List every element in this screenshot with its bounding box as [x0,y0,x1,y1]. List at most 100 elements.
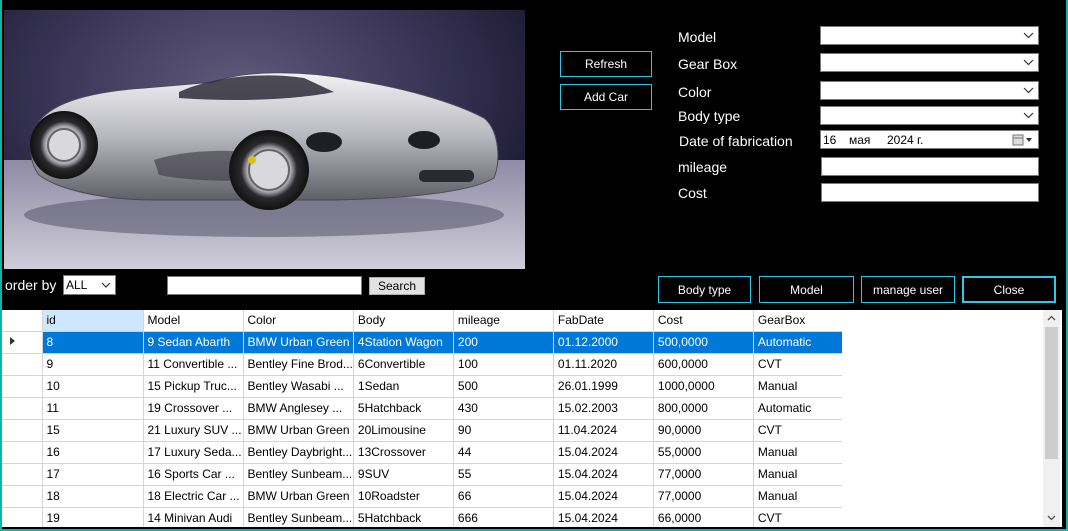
cell-body[interactable]: 10Roadster [353,485,454,508]
column-header-mileage[interactable]: mileage [453,310,554,332]
search-button[interactable]: Search [369,277,425,295]
cell-cost[interactable]: 77,0000 [653,463,754,486]
close-button[interactable]: Close [962,276,1056,303]
cell-id[interactable]: 8 [42,331,144,354]
cell-body[interactable]: 13Crossover [353,441,454,464]
calendar-icon[interactable] [1012,134,1034,146]
column-header-gearbox[interactable]: GearBox [753,310,854,332]
cell-color[interactable]: BMW Urban Green [243,331,354,354]
cell-gearbox[interactable]: Automatic [753,397,854,420]
body-type-button[interactable]: Body type [658,276,751,303]
cell-gearbox[interactable]: Manual [753,485,854,508]
model-button[interactable]: Model [759,276,854,303]
cell-color[interactable]: Bentley Daybright... [243,441,354,464]
table-row[interactable]: 16 17 Luxury Seda... Bentley Daybright... 1… [2,441,854,464]
column-header-model[interactable]: Model [143,310,244,332]
date-of-fabrication-picker[interactable]: 16 мая 2024 г. [820,130,1039,149]
scroll-up-icon[interactable] [1047,314,1056,323]
table-row[interactable]: 9 11 Convertible ... Bentley Fine Brod... 6… [2,353,854,376]
cell-color[interactable]: BMW Anglesey ... [243,397,354,420]
cell-id[interactable]: 9 [42,353,144,376]
search-input[interactable] [167,276,362,295]
color-dropdown[interactable] [820,81,1039,100]
cell-model[interactable]: 14 Minivan Audi [143,507,244,527]
cell-gearbox[interactable]: Manual [753,375,854,398]
cell-body[interactable]: 5Hatchback [353,507,454,527]
cell-cost[interactable]: 500,0000 [653,331,754,354]
table-row[interactable]: 18 18 Electric Car ... BMW Urban Green 10Ro… [2,485,854,508]
add-car-button[interactable]: Add Car [560,84,652,110]
cell-cost[interactable]: 600,0000 [653,353,754,376]
table-row[interactable]: 15 21 Luxury SUV ... BMW Urban Green 20Limo… [2,419,854,442]
cell-mileage[interactable]: 55 [453,463,554,486]
cell-gearbox[interactable]: Automatic [753,331,854,354]
row-header[interactable] [2,397,43,420]
cell-model[interactable]: 9 Sedan Abarth [143,331,244,354]
row-header[interactable] [2,441,43,464]
cell-id[interactable]: 19 [42,507,144,527]
cell-cost[interactable]: 77,0000 [653,485,754,508]
cell-cost[interactable]: 1000,0000 [653,375,754,398]
cell-body[interactable]: 1Sedan [353,375,454,398]
grid-vertical-scrollbar[interactable] [1043,310,1060,527]
cell-color[interactable]: Bentley Fine Brod... [243,353,354,376]
cell-body[interactable]: 9SUV [353,463,454,486]
cell-fabdate[interactable]: 15.02.2003 [553,397,654,420]
cell-model[interactable]: 21 Luxury SUV ... [143,419,244,442]
cell-gearbox[interactable]: Manual [753,441,854,464]
cell-cost[interactable]: 800,0000 [653,397,754,420]
cell-id[interactable]: 10 [42,375,144,398]
cell-mileage[interactable]: 90 [453,419,554,442]
model-dropdown[interactable] [820,26,1039,45]
table-row[interactable]: 10 15 Pickup Truc... Bentley Wasabi ... 1Se… [2,375,854,398]
cell-gearbox[interactable]: Manual [753,463,854,486]
cell-fabdate[interactable]: 01.11.2020 [553,353,654,376]
cell-cost[interactable]: 55,0000 [653,441,754,464]
cell-mileage[interactable]: 430 [453,397,554,420]
scrollbar-thumb[interactable] [1045,327,1058,459]
order-by-dropdown[interactable]: ALL [63,275,116,295]
cell-gearbox[interactable]: CVT [753,507,854,527]
cell-id[interactable]: 18 [42,485,144,508]
cost-input[interactable] [821,183,1039,202]
cell-mileage[interactable]: 200 [453,331,554,354]
body-type-dropdown[interactable] [820,106,1039,125]
cell-fabdate[interactable]: 15.04.2024 [553,441,654,464]
mileage-input[interactable] [821,157,1039,176]
cell-fabdate[interactable]: 15.04.2024 [553,485,654,508]
cell-fabdate[interactable]: 15.04.2024 [553,463,654,486]
cell-gearbox[interactable]: CVT [753,419,854,442]
cell-model[interactable]: 17 Luxury Seda... [143,441,244,464]
scroll-down-icon[interactable] [1047,513,1056,522]
table-row[interactable]: 17 16 Sports Car ... Bentley Sunbeam... 9SU… [2,463,854,486]
cell-color[interactable]: Bentley Wasabi ... [243,375,354,398]
refresh-button[interactable]: Refresh [560,51,652,77]
row-header[interactable] [2,507,43,527]
cell-fabdate[interactable]: 11.04.2024 [553,419,654,442]
cell-body[interactable]: 5Hatchback [353,397,454,420]
gearbox-dropdown[interactable] [820,53,1039,72]
cell-color[interactable]: BMW Urban Green [243,485,354,508]
row-header[interactable] [2,375,43,398]
cell-model[interactable]: 16 Sports Car ... [143,463,244,486]
cell-gearbox[interactable]: CVT [753,353,854,376]
table-row[interactable]: 11 19 Crossover ... BMW Anglesey ... 5Hatch… [2,397,854,420]
column-header-id[interactable]: id [42,310,144,332]
cell-mileage[interactable]: 666 [453,507,554,527]
cell-id[interactable]: 15 [42,419,144,442]
cell-color[interactable]: Bentley Sunbeam... [243,507,354,527]
row-header[interactable] [2,353,43,376]
table-row[interactable]: 89 Sedan Abarth BMW Urban Green 4Station W… [2,331,854,354]
column-header-fabdate[interactable]: FabDate [553,310,654,332]
cell-fabdate[interactable]: 15.04.2024 [553,507,654,527]
cell-color[interactable]: BMW Urban Green [243,419,354,442]
cell-id[interactable]: 11 [42,397,144,420]
row-header[interactable] [2,331,43,354]
cell-model[interactable]: 19 Crossover ... [143,397,244,420]
cell-mileage[interactable]: 44 [453,441,554,464]
cell-cost[interactable]: 66,0000 [653,507,754,527]
manage-user-button[interactable]: manage user [861,276,955,303]
cars-data-grid[interactable]: id Model Color Body mileage FabDate Cost… [2,310,1062,527]
row-header[interactable] [2,463,43,486]
column-header-body[interactable]: Body [353,310,454,332]
